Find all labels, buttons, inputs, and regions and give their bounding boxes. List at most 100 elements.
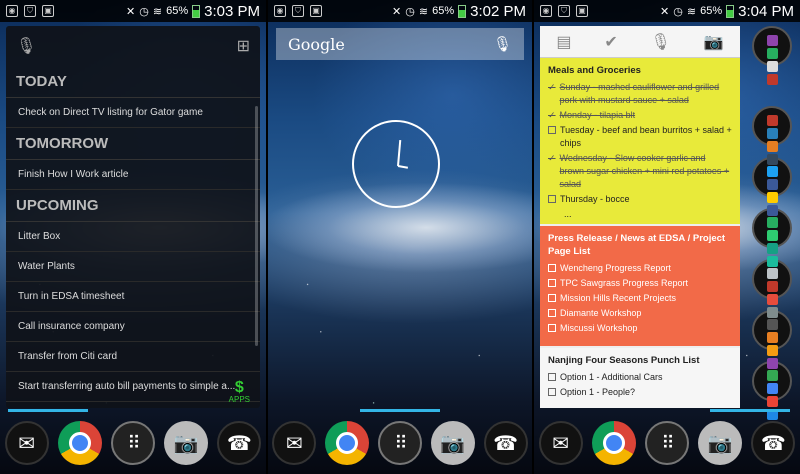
image-icon: ▣ <box>576 5 588 17</box>
google-search-bar[interactable]: Google 🎙 <box>276 28 524 60</box>
checkbox[interactable] <box>548 279 556 287</box>
minute-hand <box>397 165 409 169</box>
folder-icon[interactable]: ✉ <box>272 421 317 465</box>
task-item[interactable]: Transfer from Citi card <box>6 342 260 372</box>
checklist-item[interactable]: TPC Sawgrass Progress Report <box>548 277 732 290</box>
task-item[interactable]: Finish How I Work article <box>6 160 260 190</box>
battery-percent: 65% <box>700 5 723 17</box>
image-icon: ▣ <box>310 5 322 17</box>
checklist-item[interactable]: Option 1 - Additional Cars <box>548 371 732 384</box>
apps-drawer-icon[interactable]: ⠿ <box>110 421 155 465</box>
note-card[interactable]: Meals and Groceries ✓ Sunday - mashed cau… <box>540 58 740 224</box>
dock: ✉ ⠿ 📷 ☎ <box>534 412 800 474</box>
status-bar: ◉ ⛉ ▣ ✕ ◷ ≋ 65% 3:04 PM <box>534 0 800 22</box>
home-screen-clock: ◉ ⛉ ▣ ✕ ◷ ≋ 65% 3:02 PM Google 🎙 ✉ ⠿ 📷 ☎ <box>268 0 532 474</box>
note-title: Press Release / News at EDSA / Project P… <box>548 233 726 257</box>
checklist-item[interactable]: Miscussi Workshop <box>548 322 732 335</box>
task-item[interactable]: Call insurance company <box>6 312 260 342</box>
checkbox[interactable] <box>548 309 556 317</box>
alarm-icon: ◷ <box>405 5 415 18</box>
checklist-item[interactable]: Mission Hills Recent Projects <box>548 292 732 305</box>
checklist-item[interactable]: ✓ Wednesday - Slow cooker garlic and brow… <box>548 152 732 191</box>
folder-icon[interactable] <box>752 106 792 165</box>
camera-icon[interactable]: 📷 <box>698 421 743 465</box>
task-item[interactable]: Water Plants <box>6 252 260 282</box>
status-bar: ◉ ⛉ ▣ ✕ ◷ ≋ 65% 3:03 PM <box>0 0 266 22</box>
folder-icon[interactable]: ☎ <box>217 421 262 465</box>
note-card[interactable]: Nanjing Four Seasons Punch List Option 1… <box>540 348 740 408</box>
chrome-icon[interactable] <box>57 421 102 465</box>
checkbox[interactable] <box>548 126 556 134</box>
image-icon: ▣ <box>42 5 54 17</box>
shield-icon: ⛉ <box>24 5 36 17</box>
mic-icon[interactable]: 🎙 <box>16 36 36 56</box>
folder-icon[interactable]: ✉ <box>538 421 583 465</box>
dollar-icon: $ <box>234 379 244 396</box>
section-today: TODAY <box>6 66 260 98</box>
status-time: 3:02 PM <box>470 2 526 20</box>
mic-icon[interactable]: 🎙 <box>493 35 512 53</box>
section-upcoming: UPCOMING <box>6 190 260 222</box>
checkbox[interactable] <box>548 324 556 332</box>
chrome-icon[interactable] <box>325 421 370 465</box>
checklist-item[interactable]: Option 1 - People? <box>548 386 732 399</box>
tasks-scrollbar[interactable] <box>255 106 258 346</box>
checklist-item[interactable]: Tuesday - beef and bean burritos + salad… <box>548 124 732 150</box>
task-item[interactable]: Start transferring auto bill payments to… <box>6 372 260 402</box>
wifi-icon: ≋ <box>418 5 429 18</box>
checklist-item[interactable]: Diamante Workshop <box>548 307 732 320</box>
check-icon: ✓ <box>548 82 556 92</box>
check-icon: ✓ <box>548 110 556 120</box>
section-tomorrow: TOMORROW <box>6 128 260 160</box>
shield-icon: ⛉ <box>558 5 570 17</box>
folder-icon[interactable] <box>752 26 792 85</box>
folder-icon[interactable]: ☎ <box>483 421 528 465</box>
checkbox[interactable] <box>548 294 556 302</box>
home-screen-keep: ◉ ⛉ ▣ ✕ ◷ ≋ 65% 3:04 PM ▤ ✔ 🎙 📷 Meals an… <box>534 0 800 474</box>
alarm-icon: ◷ <box>673 5 683 18</box>
analog-clock[interactable] <box>352 120 440 208</box>
shield-icon: ⛉ <box>292 5 304 17</box>
camera-icon[interactable]: 📷 <box>164 421 209 465</box>
note-icon[interactable]: ▤ <box>556 32 571 52</box>
task-item[interactable]: Check on Direct TV listing for Gator gam… <box>6 98 260 128</box>
checklist-item[interactable]: Thursday - bocce <box>548 193 732 206</box>
google-logo: Google <box>288 34 345 54</box>
folder-icon[interactable]: ☎ <box>751 421 796 465</box>
task-item[interactable]: Litter Box <box>6 222 260 252</box>
apps-badge[interactable]: $ APPS <box>229 379 250 405</box>
checklist-icon[interactable]: ✔ <box>604 32 617 52</box>
wallpaper <box>268 0 532 474</box>
alarm-icon: ◷ <box>139 5 149 18</box>
apps-drawer-icon[interactable]: ⠿ <box>377 421 422 465</box>
checkbox[interactable] <box>548 264 556 272</box>
wifi-icon: ≋ <box>686 5 697 18</box>
mic-icon[interactable]: 🎙 <box>651 32 671 52</box>
note-title: Nanjing Four Seasons Punch List <box>548 355 700 366</box>
mute-icon: ✕ <box>126 5 136 18</box>
mute-icon: ✕ <box>660 5 670 18</box>
camera-icon[interactable]: 📷 <box>704 32 724 52</box>
eye-icon: ◉ <box>540 5 552 17</box>
add-task-icon[interactable]: ⊞ <box>237 36 250 56</box>
shortcut-column <box>748 20 796 420</box>
checklist-item[interactable]: ✓ Sunday - mashed cauliflower and grilled… <box>548 81 732 107</box>
checkbox[interactable] <box>548 388 556 396</box>
checkbox[interactable] <box>548 373 556 381</box>
check-icon: ✓ <box>548 153 556 163</box>
checklist-item[interactable]: ✓ Monday - tilapia blt <box>548 109 732 122</box>
tasks-header: 🎙 ⊞ <box>6 26 260 66</box>
note-card[interactable]: Press Release / News at EDSA / Project P… <box>540 226 740 346</box>
dock: ✉ ⠿ 📷 ☎ <box>268 412 532 474</box>
checkbox[interactable] <box>548 195 556 203</box>
folder-icon[interactable]: ✉ <box>4 421 49 465</box>
battery-percent: 65% <box>166 5 189 17</box>
chrome-icon[interactable] <box>591 421 636 465</box>
home-screen-tasks: ◉ ⛉ ▣ ✕ ◷ ≋ 65% 3:03 PM 🎙 ⊞ TODAY Check … <box>0 0 266 474</box>
apps-drawer-icon[interactable]: ⠿ <box>644 421 689 465</box>
checklist-item[interactable]: Wencheng Progress Report <box>548 262 732 275</box>
task-item[interactable]: Turn in EDSA timesheet <box>6 282 260 312</box>
tasks-widget: 🎙 ⊞ TODAY Check on Direct TV listing for… <box>6 26 260 408</box>
status-time: 3:04 PM <box>738 2 794 20</box>
camera-icon[interactable]: 📷 <box>430 421 475 465</box>
